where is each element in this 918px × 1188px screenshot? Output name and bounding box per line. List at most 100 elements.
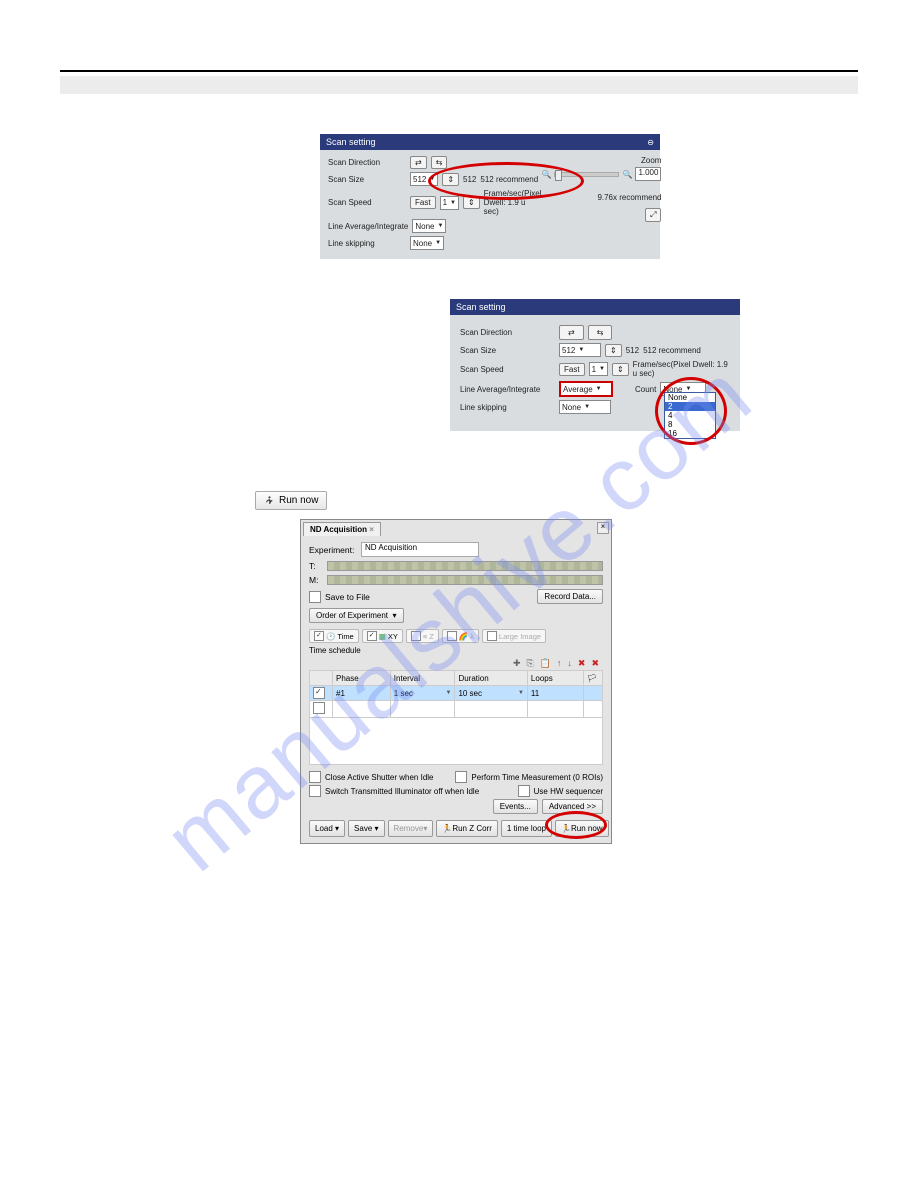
collapse-icon[interactable]: ⊖ — [647, 138, 654, 147]
cell-interval[interactable]: 1 sec▼ — [394, 689, 452, 698]
scan-size-combo[interactable]: 512▼ — [410, 172, 438, 186]
count-dropdown-open[interactable]: None 2 4 8 16 — [664, 392, 716, 439]
p2-count-label: Count — [635, 385, 656, 394]
advanced-button[interactable]: Advanced >> — [542, 799, 603, 814]
line-avg-combo[interactable]: None▼ — [412, 219, 446, 233]
zoom-rec: 9.76x recommend — [541, 193, 661, 202]
p2-scan-size-label: Scan Size — [460, 346, 555, 355]
zoom-value[interactable]: 1.000 — [635, 167, 661, 181]
tab-time[interactable]: 🕑Time — [309, 629, 359, 643]
hw-sequencer-checkbox[interactable] — [518, 785, 530, 797]
tab-large-image[interactable]: Large Image — [482, 629, 546, 643]
time-measurement-label: Perform Time Measurement (0 ROIs) — [471, 773, 603, 782]
t-progress — [327, 561, 603, 571]
load-button[interactable]: Load ▾ — [309, 820, 345, 837]
zoom-out-icon[interactable]: 🔍 — [541, 170, 551, 179]
close-shutter-checkbox[interactable] — [309, 771, 321, 783]
panel-title: Scan setting ⊖ — [320, 134, 660, 150]
save-button[interactable]: Save ▾ — [348, 820, 384, 837]
events-button[interactable]: Events... — [493, 799, 538, 814]
zoom-in-icon[interactable]: 🔍 — [622, 170, 632, 179]
table-row[interactable] — [310, 718, 603, 765]
p2-line-avg-label: Line Average/Integrate — [460, 385, 555, 394]
scan-speed-fast-button[interactable]: Fast — [410, 196, 436, 209]
zoom-label: Zoom — [541, 156, 661, 165]
down-icon[interactable]: ↓ — [567, 658, 572, 669]
layers-icon: ≡ — [423, 632, 427, 641]
remove-button[interactable]: Remove▾ — [388, 820, 434, 837]
p2-scan-size-hint: 512 — [626, 346, 639, 355]
top-rule — [60, 70, 858, 72]
close-icon[interactable]: × — [597, 522, 609, 534]
line-skip-combo[interactable]: None▼ — [410, 236, 444, 250]
run-z-corr-button[interactable]: 🏃Run Z Corr — [436, 820, 498, 837]
cell-loops[interactable]: 11 — [527, 686, 583, 701]
run-now-button-small[interactable]: Run now — [255, 491, 327, 510]
zoom-slider[interactable] — [554, 172, 619, 177]
close-shutter-label: Close Active Shutter when Idle — [325, 773, 451, 782]
p2-scan-dir-bi-button[interactable]: ⇆ — [588, 325, 613, 340]
p2-frame-hint: Frame/sec(Pixel Dwell: 1.9 u sec) — [633, 360, 730, 378]
cell-duration[interactable]: 10 sec▼ — [458, 689, 523, 698]
line-avg-label: Line Average/Integrate — [328, 222, 408, 231]
dropdown-item[interactable]: None — [665, 393, 715, 402]
add-icon[interactable]: ✚ — [513, 658, 521, 669]
col-phase[interactable]: Phase — [333, 671, 391, 686]
table-row[interactable] — [310, 701, 603, 718]
scan-speed-combo[interactable]: 1▼ — [440, 196, 459, 210]
nd-tab[interactable]: ND Acquisition × — [303, 522, 381, 536]
tab-lambda[interactable]: 🌈λ — [442, 629, 479, 643]
save-to-file-checkbox[interactable] — [309, 591, 321, 603]
p2-scan-speed-spinner[interactable]: ⇕ — [612, 363, 629, 376]
record-data-button[interactable]: Record Data... — [537, 589, 603, 604]
frame-hint: Frame/sec(Pixel Dwell: 1.9 u sec) — [484, 189, 542, 216]
scan-size-rec: 512 recommend — [480, 175, 538, 184]
tab-z[interactable]: ≡Z — [406, 629, 439, 643]
save-to-file-label: Save to File — [325, 592, 370, 602]
p2-scan-speed-fast-button[interactable]: Fast — [559, 363, 585, 376]
p2-scan-speed-combo[interactable]: 1▼ — [589, 362, 608, 376]
p2-line-skip-combo[interactable]: None▼ — [559, 400, 611, 414]
scan-speed-spinner[interactable]: ⇕ — [463, 196, 480, 209]
col-interval[interactable]: Interval — [390, 671, 455, 686]
switch-illum-checkbox[interactable] — [309, 785, 321, 797]
dropdown-item-selected[interactable]: 2 — [665, 402, 715, 411]
one-time-loop-button[interactable]: 1 time loop — [501, 820, 552, 837]
clear-icon[interactable]: ✖ — [591, 658, 599, 669]
p2-scan-size-combo[interactable]: 512▼ — [559, 343, 601, 357]
p2-scan-direction-label: Scan Direction — [460, 328, 555, 337]
p2-scan-size-spinner[interactable]: ⇕ — [605, 344, 622, 357]
row-checkbox[interactable] — [313, 702, 325, 714]
nd-acquisition-panel: × ND Acquisition × Experiment: ND Acquis… — [300, 519, 612, 844]
p2-scan-dir-uni-button[interactable]: ⇄ — [559, 325, 584, 340]
copy-icon[interactable]: ⎘ — [526, 658, 533, 669]
tab-xy[interactable]: ▦XY — [362, 629, 403, 643]
col-loops[interactable]: Loops — [527, 671, 583, 686]
p2-line-avg-combo[interactable]: Average▼ — [559, 381, 613, 397]
runner-icon: 🏃 — [561, 824, 571, 833]
scan-size-spinner[interactable]: ⇕ — [442, 173, 459, 186]
up-icon[interactable]: ↑ — [557, 658, 562, 669]
switch-illum-label: Switch Transmitted Illuminator off when … — [325, 787, 514, 796]
dropdown-item[interactable]: 8 — [665, 420, 715, 429]
time-measurement-checkbox[interactable] — [455, 771, 467, 783]
scan-dir-bi-button[interactable]: ⇆ — [431, 156, 448, 169]
scan-direction-label: Scan Direction — [328, 158, 406, 167]
order-experiment-combo[interactable]: Order of Experiment ▾ — [309, 608, 404, 623]
scan-dir-uni-button[interactable]: ⇄ — [410, 156, 427, 169]
col-duration[interactable]: Duration — [455, 671, 527, 686]
row-checkbox[interactable] — [313, 687, 325, 699]
dropdown-item[interactable]: 4 — [665, 411, 715, 420]
grey-header-bar — [60, 76, 858, 94]
experiment-label: Experiment: — [309, 545, 357, 555]
run-now-button[interactable]: 🏃Run now — [555, 820, 609, 837]
paste-icon[interactable]: 📋 — [540, 658, 551, 669]
table-row[interactable]: #1 1 sec▼ 10 sec▼ 11 — [310, 686, 603, 701]
delete-icon[interactable]: ✖ — [578, 658, 586, 669]
expand-button[interactable]: ⤢ — [645, 208, 661, 222]
experiment-input[interactable]: ND Acquisition — [361, 542, 479, 557]
run-now-label: Run now — [279, 495, 318, 506]
dropdown-item[interactable]: 16 — [665, 429, 715, 438]
lambda-icon: 🌈 — [459, 632, 468, 641]
scan-speed-label: Scan Speed — [328, 198, 406, 207]
